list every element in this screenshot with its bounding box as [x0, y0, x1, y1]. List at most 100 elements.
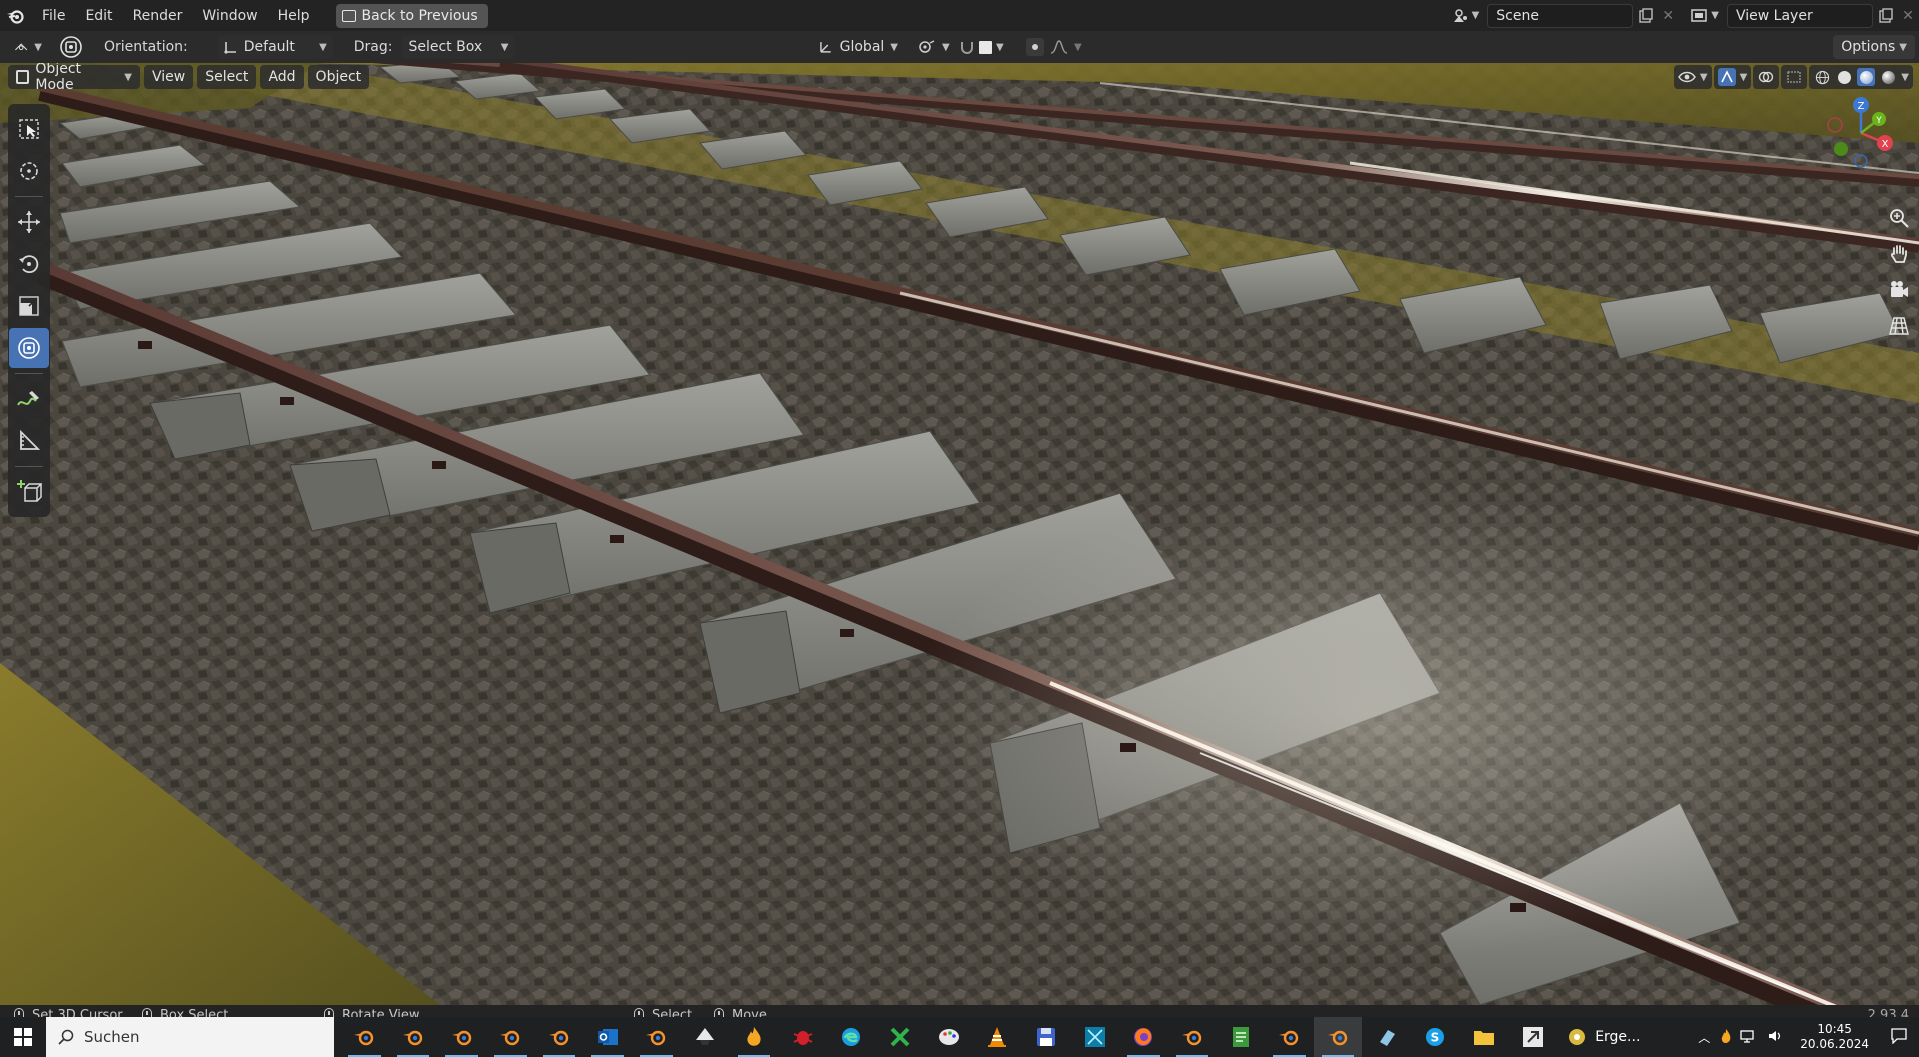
overlay-toggle[interactable] [1753, 65, 1780, 89]
material-preview-shading-icon[interactable] [1857, 68, 1876, 86]
taskbar-paint-app[interactable] [924, 1017, 973, 1057]
taskbar-notes-app[interactable] [1216, 1017, 1265, 1057]
windows-logo-icon [14, 1028, 32, 1046]
blender-icon [451, 1030, 471, 1046]
taskbar-blender-app[interactable] [486, 1017, 535, 1057]
tool-rotate[interactable] [9, 244, 49, 284]
tray-flame-icon[interactable] [1716, 1028, 1736, 1047]
menu-render[interactable]: Render [123, 0, 193, 31]
taskbar-xmind-app[interactable] [876, 1017, 925, 1057]
notification-center-icon[interactable] [1879, 1027, 1919, 1047]
select-box-icon [19, 119, 39, 139]
taskbar-skype-app[interactable]: S [1411, 1017, 1460, 1057]
windows-start-button[interactable] [0, 1017, 46, 1057]
chevron-down-icon: ▼ [1711, 10, 1719, 21]
new-view-layer-icon[interactable] [1875, 5, 1897, 27]
menu-file[interactable]: File [32, 0, 75, 31]
tool-measure[interactable] [9, 421, 49, 461]
3d-viewport[interactable]: Object Mode ▼ View Select Add Object ▼ ▼… [0, 63, 1919, 1005]
taskbar-blender-app[interactable] [389, 1017, 438, 1057]
tool-select-box[interactable] [9, 109, 49, 149]
perspective-toggle-icon[interactable] [1885, 311, 1913, 341]
view-menu[interactable]: View [144, 65, 194, 89]
xray-toggle[interactable] [1781, 65, 1808, 89]
object-mode-dropdown[interactable]: Object Mode ▼ [8, 63, 140, 93]
taskbar-firefox-app[interactable] [1119, 1017, 1168, 1057]
gizmo-toggle[interactable]: ▼ [1713, 65, 1752, 89]
taskbar-search-box[interactable]: Suchen [46, 1017, 334, 1057]
active-tool-icon[interactable] [56, 32, 86, 62]
gizmo-neg-x[interactable] [1827, 117, 1843, 133]
menu-help[interactable]: Help [268, 0, 320, 31]
taskbar-bug-app[interactable] [778, 1017, 827, 1057]
result-window-icon [1569, 1029, 1586, 1045]
navigation-gizmo[interactable]: Z X Y [1821, 93, 1901, 173]
tool-transform[interactable] [9, 328, 49, 368]
volume-icon[interactable] [1762, 1029, 1790, 1046]
tool-cursor[interactable] [9, 151, 49, 191]
blender-logo-icon[interactable] [0, 0, 32, 31]
menu-edit[interactable]: Edit [75, 0, 122, 31]
menu-window[interactable]: Window [192, 0, 267, 31]
taskbar-eraser-app[interactable] [1362, 1017, 1411, 1057]
tool-scale[interactable] [9, 286, 49, 326]
taskbar-save-app[interactable] [1022, 1017, 1071, 1057]
options-dropdown[interactable]: Options ▼ [1833, 35, 1915, 59]
drag-dropdown[interactable]: Select Box ▼ [402, 35, 515, 59]
taskbar-explorer-app[interactable] [1460, 1017, 1509, 1057]
taskbar-outlook-app[interactable] [583, 1017, 632, 1057]
object-menu[interactable]: Object [307, 65, 370, 89]
view-layer-selector[interactable]: ▼ [1687, 8, 1723, 24]
tool-add-cube[interactable] [9, 472, 49, 512]
proportional-editing-controls[interactable]: ▼ [1020, 35, 1088, 59]
taskbar-result-window[interactable]: Erge... [1557, 1017, 1650, 1057]
taskbar-blender-app[interactable] [632, 1017, 681, 1057]
pivot-point-icon [919, 40, 935, 53]
taskbar-blender-app[interactable] [1168, 1017, 1217, 1057]
editor-type-selector[interactable]: ▼ [8, 35, 48, 59]
select-menu[interactable]: Select [197, 65, 257, 89]
delete-scene-icon[interactable]: ✕ [1657, 5, 1679, 27]
taskbar-flame-app[interactable] [730, 1017, 779, 1057]
orientation-dropdown[interactable]: Default ▼ [217, 35, 333, 59]
gizmo-neg-z[interactable] [1854, 154, 1868, 168]
chevron-down-icon[interactable]: ▼ [1901, 72, 1909, 83]
scene-name-field[interactable]: Scene [1487, 3, 1634, 28]
add-menu[interactable]: Add [260, 65, 304, 89]
transform-orientation-dropdown[interactable]: Global ▼ [812, 35, 904, 59]
visibility-dropdown[interactable]: ▼ [1673, 65, 1712, 89]
taskbar-blender-app-active[interactable] [1313, 1017, 1363, 1057]
tool-move[interactable] [9, 202, 49, 242]
back-to-previous-button[interactable]: Back to Previous [335, 3, 488, 28]
taskbar-blender-app[interactable] [340, 1017, 389, 1057]
delete-view-layer-icon[interactable]: ✕ [1897, 5, 1919, 27]
zoom-icon[interactable] [1885, 203, 1913, 233]
rendered-shading-icon[interactable] [1879, 68, 1897, 86]
taskbar-inkscape-app[interactable] [681, 1017, 730, 1057]
taskbar-vlc-app[interactable] [973, 1017, 1022, 1057]
orientation-label: Orientation: [104, 39, 188, 55]
network-icon[interactable] [1736, 1029, 1762, 1046]
taskbar-blender-app[interactable] [535, 1017, 584, 1057]
taskbar-edge-app[interactable] [827, 1017, 876, 1057]
tool-annotate[interactable] [9, 379, 49, 419]
snapping-controls[interactable]: ▼ [953, 35, 1010, 59]
eye-icon [1677, 71, 1696, 83]
arrow-shortcut-icon [1522, 1027, 1543, 1047]
taskbar-clock[interactable]: 10:45 20.06.2024 [1790, 1022, 1879, 1052]
scene-selector[interactable]: ▼ [1448, 8, 1484, 24]
pan-hand-icon[interactable] [1885, 239, 1913, 269]
taskbar-shortcut-app[interactable] [1509, 1017, 1558, 1057]
gizmo-neg-y[interactable] [1834, 142, 1848, 156]
pivot-point-dropdown[interactable]: ▼ [912, 35, 956, 59]
taskbar-vector-app[interactable] [1070, 1017, 1119, 1057]
taskbar-blender-app[interactable] [1265, 1017, 1314, 1057]
taskbar-blender-app[interactable] [437, 1017, 486, 1057]
new-scene-icon[interactable] [1635, 5, 1657, 27]
view-layer-name-field[interactable]: View Layer [1727, 3, 1873, 28]
chevron-up-icon[interactable]: ︿ [1692, 1029, 1716, 1046]
navigation-tools [1885, 203, 1913, 341]
solid-shading-icon[interactable] [1835, 68, 1853, 86]
wireframe-shading-icon[interactable] [1813, 68, 1831, 86]
camera-view-icon[interactable] [1885, 275, 1913, 305]
